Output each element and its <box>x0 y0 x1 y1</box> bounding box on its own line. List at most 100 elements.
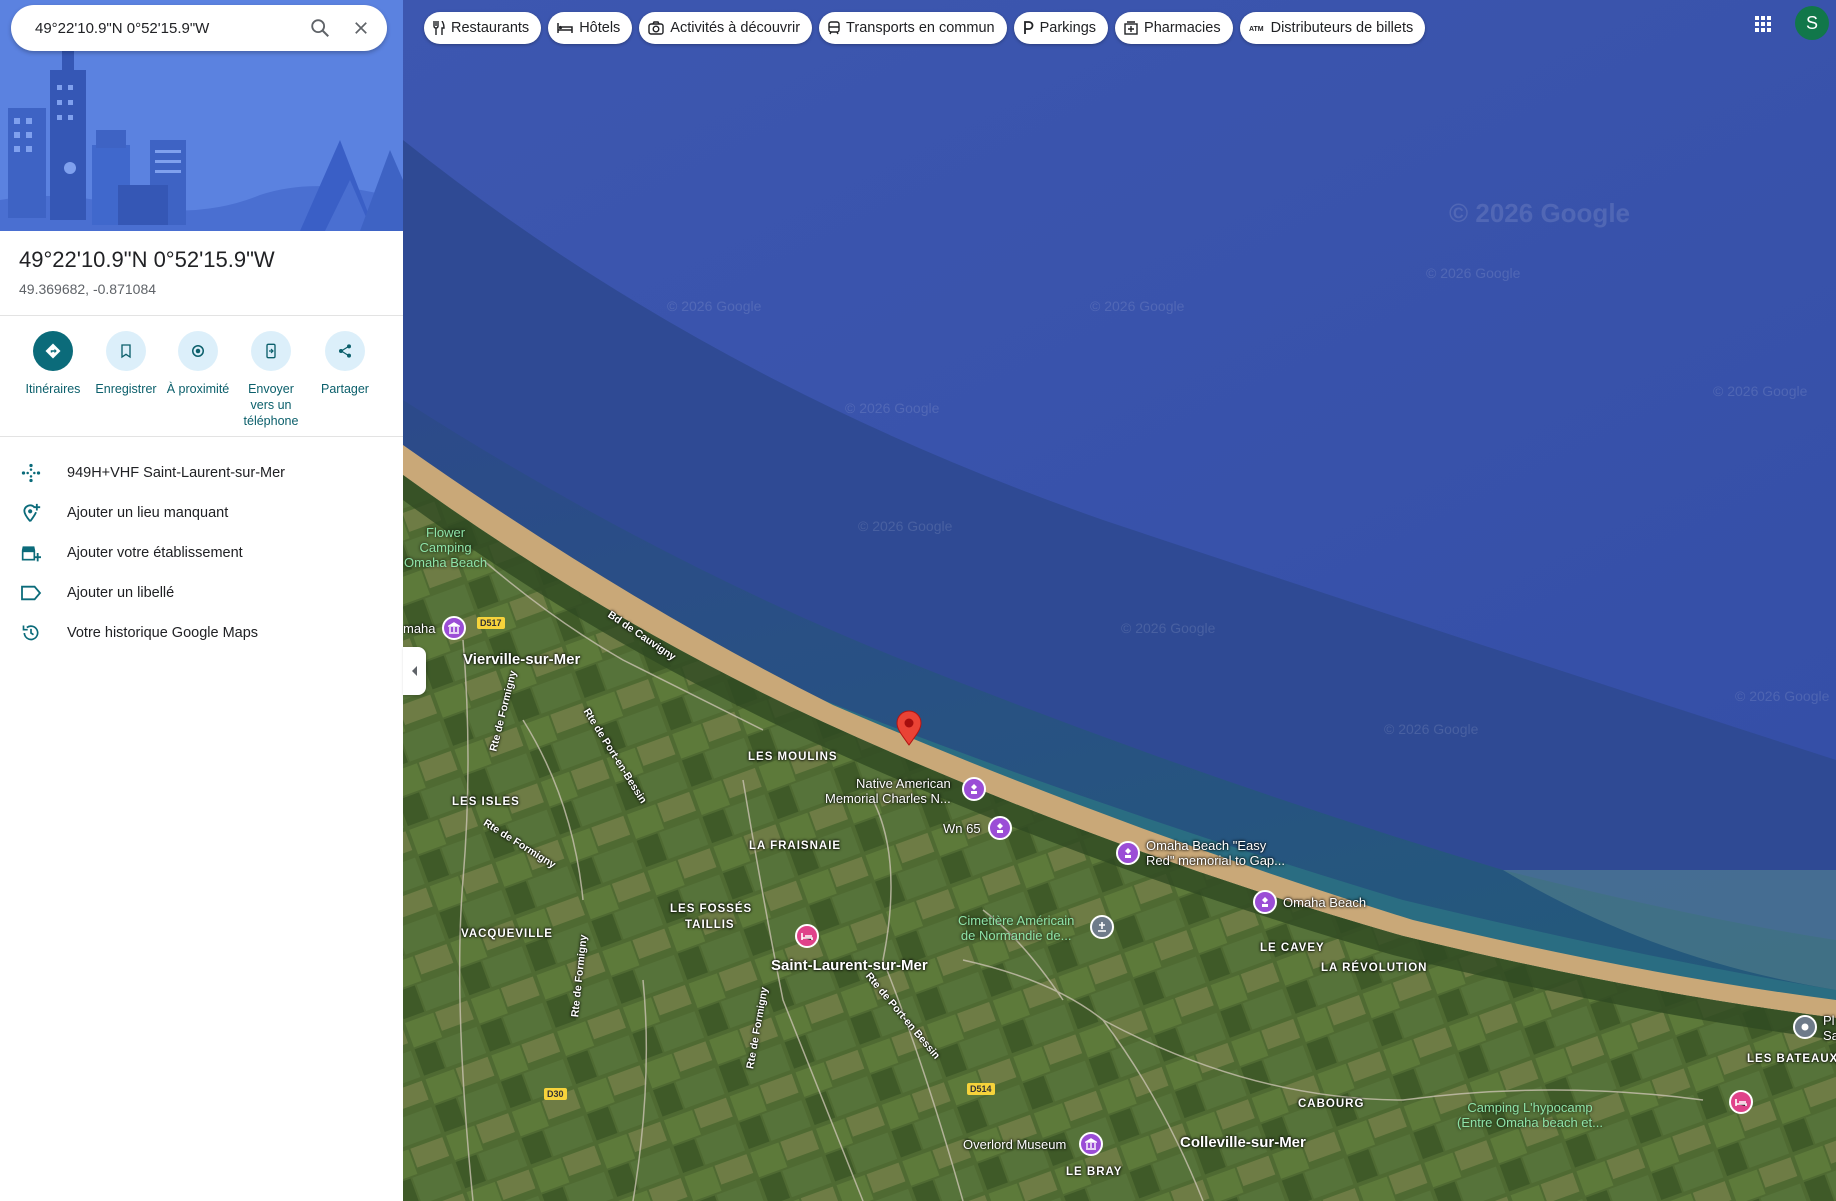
museum-pin[interactable] <box>1079 1132 1103 1156</box>
hotel-icon <box>1735 1099 1747 1106</box>
cemetery-pin[interactable] <box>1090 915 1114 939</box>
directions-icon <box>45 343 61 359</box>
place-dot-icon <box>1801 1023 1809 1031</box>
account-avatar[interactable]: S <box>1795 6 1829 40</box>
search-box <box>11 5 387 51</box>
map-watermark: © 2026 Google <box>1735 688 1830 704</box>
maps-history-row[interactable]: Votre historique Google Maps <box>0 613 403 653</box>
map-watermark: © 2026 Google <box>1426 265 1521 281</box>
satellite-imagery <box>403 0 1836 1201</box>
hamlet-label: LES ISLES <box>452 796 520 808</box>
add-business-row[interactable]: Ajouter votre établissement <box>0 533 403 573</box>
poi-label: Wn 65 <box>943 821 981 836</box>
nearby-button[interactable]: À proximité <box>161 331 235 397</box>
side-panel: 49°22'10.9"N 0°52'15.9"W 49.369682, -0.8… <box>0 0 403 1201</box>
map-watermark: © 2026 Google <box>667 298 762 314</box>
send-to-phone-label: Envoyer vers un téléphone <box>243 382 299 428</box>
add-business-icon <box>21 546 41 562</box>
parking-icon <box>1023 21 1033 34</box>
hamlet-label: LA RÉVOLUTION <box>1321 962 1428 974</box>
selected-location-pin[interactable] <box>896 710 922 751</box>
chip-hotels[interactable]: Hôtels <box>548 12 633 44</box>
google-apps-button[interactable] <box>1749 10 1777 38</box>
town-label: Colleville-sur-Mer <box>1180 1134 1306 1151</box>
hamlet-label: LE BRAY <box>1066 1166 1123 1178</box>
memorial-pin[interactable] <box>1253 890 1277 914</box>
history-icon <box>22 625 39 641</box>
poi-label: Overlord Museum <box>963 1137 1067 1152</box>
share-icon <box>339 344 351 358</box>
place-title: 49°22'10.9"N 0°52'15.9"W <box>19 247 275 272</box>
search-input[interactable] <box>35 5 285 51</box>
search-button[interactable] <box>303 11 337 45</box>
directions-label: Itinéraires <box>25 382 81 396</box>
divider <box>0 315 403 316</box>
memorial-pin[interactable] <box>988 816 1012 840</box>
svg-text:ATM: ATM <box>1249 26 1264 33</box>
plus-code-icon <box>21 463 41 483</box>
memorial-icon <box>1125 848 1131 858</box>
chip-label: Parkings <box>1039 20 1097 36</box>
directions-button[interactable]: Itinéraires <box>16 331 90 397</box>
add-place-icon <box>23 503 41 522</box>
collapse-panel-button[interactable] <box>403 647 426 695</box>
add-business-text: Ajouter votre établissement <box>67 545 243 561</box>
hotel-pin[interactable] <box>795 924 819 948</box>
hamlet-label: LES FOSSÉS <box>670 903 753 915</box>
museum-pin[interactable] <box>442 616 466 640</box>
apps-grid-icon <box>1755 16 1771 32</box>
hotel-icon <box>801 933 813 940</box>
map-watermark: © 2026 Google <box>858 518 953 534</box>
label-icon <box>21 585 42 601</box>
transit-icon <box>828 21 840 35</box>
map-watermark: © 2026 Google <box>1121 620 1216 636</box>
memorial-icon <box>971 784 977 794</box>
plus-code-row[interactable]: 949H+VHF Saint-Laurent-sur-Mer <box>0 453 403 493</box>
share-button[interactable]: Partager <box>308 331 382 397</box>
poi-label: maha <box>403 621 436 636</box>
map-watermark: © 2026 Google <box>1090 298 1185 314</box>
save-button[interactable]: Enregistrer <box>89 331 163 397</box>
memorial-pin[interactable] <box>962 777 986 801</box>
town-label: Vierville-sur-Mer <box>463 651 581 668</box>
chip-label: Hôtels <box>579 20 621 36</box>
poi-label: Camping L'hypocamp (Entre Omaha beach et… <box>1457 1100 1603 1130</box>
chip-label: Restaurants <box>451 20 530 36</box>
chip-pharmacies[interactable]: Pharmacies <box>1115 12 1233 44</box>
chip-atm[interactable]: ATM Distributeurs de billets <box>1239 12 1426 44</box>
add-missing-place-row[interactable]: Ajouter un lieu manquant <box>0 493 403 533</box>
memorial-pin[interactable] <box>1116 841 1140 865</box>
map-canvas[interactable]: © 2026 Google © 2026 Google © 2026 Googl… <box>403 0 1836 1201</box>
museum-icon <box>448 622 460 634</box>
chip-activities[interactable]: Activités à découvrir <box>639 12 813 44</box>
hamlet-label: LES MOULINS <box>748 751 838 763</box>
hamlet-label: CABOURG <box>1298 1098 1365 1110</box>
save-label: Enregistrer <box>95 382 157 396</box>
town-label: Saint-Laurent-sur-Mer <box>771 957 928 974</box>
send-to-phone-button[interactable]: Envoyer vers un téléphone <box>234 331 308 429</box>
memorial-icon <box>1262 897 1268 907</box>
hamlet-label: LE CAVEY <box>1260 942 1325 954</box>
chevron-left-icon <box>411 666 417 676</box>
pharmacy-icon <box>1124 21 1138 35</box>
send-to-phone-icon <box>266 343 276 359</box>
chip-label: Activités à découvrir <box>670 20 801 36</box>
place-pin[interactable] <box>1793 1015 1817 1039</box>
category-chips: Restaurants Hôtels Activités à découvrir… <box>424 12 1426 44</box>
chip-parking[interactable]: Parkings <box>1013 12 1109 44</box>
road-shield: D517 <box>477 617 505 629</box>
map-watermark: © 2026 Google <box>1384 721 1479 737</box>
hamlet-label: LES BATEAUX <box>1747 1053 1836 1065</box>
poi-label: Omaha Beach <box>1283 895 1367 910</box>
chip-restaurants[interactable]: Restaurants <box>424 12 542 44</box>
chip-label: Pharmacies <box>1144 20 1221 36</box>
nearby-icon <box>192 345 204 357</box>
hotel-pin[interactable] <box>1729 1090 1753 1114</box>
clear-search-button[interactable] <box>344 11 378 45</box>
poi-label: Pl Sa <box>1823 1013 1836 1043</box>
chip-transit[interactable]: Transports en commun <box>819 12 1007 44</box>
hamlet-label: VACQUEVILLE <box>461 928 553 940</box>
app-root: 49°22'10.9"N 0°52'15.9"W 49.369682, -0.8… <box>0 0 1836 1201</box>
map-watermark: © 2026 Google <box>1449 198 1630 228</box>
add-label-row[interactable]: Ajouter un libellé <box>0 573 403 613</box>
